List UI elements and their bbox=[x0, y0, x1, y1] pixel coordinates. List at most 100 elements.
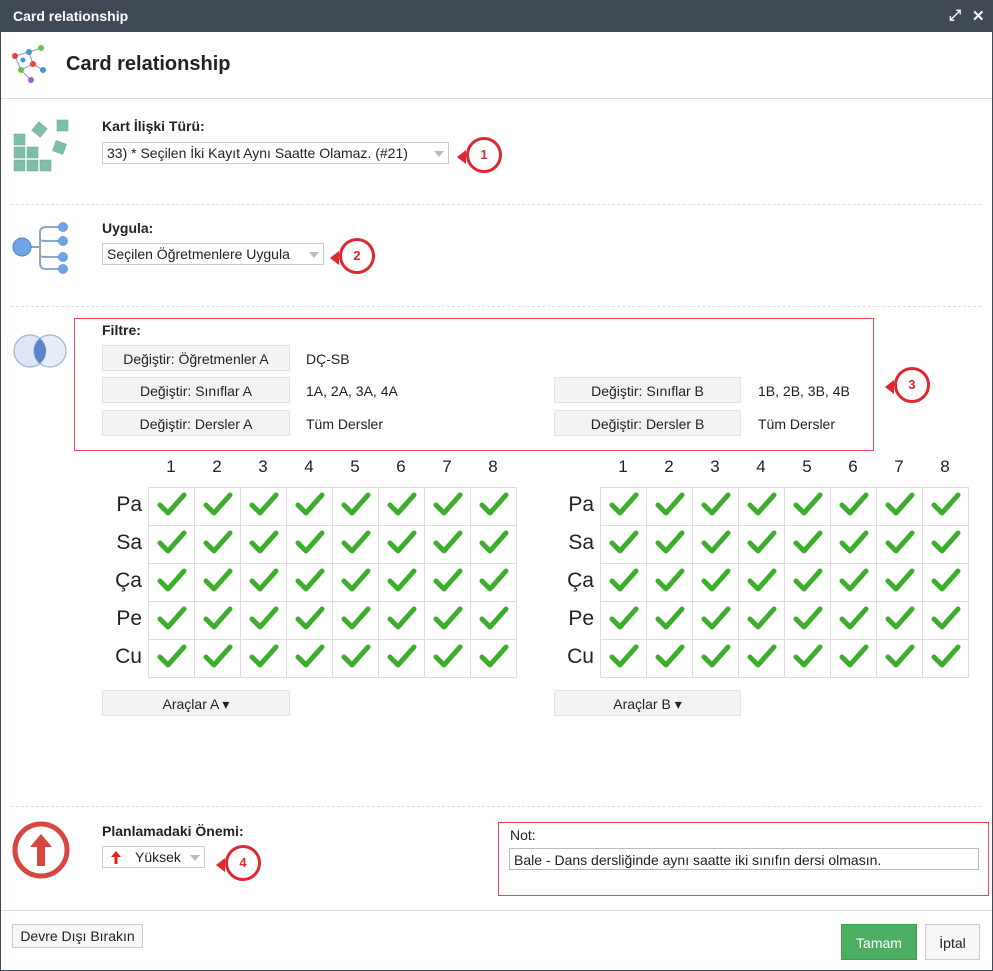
note-input[interactable]: Bale - Dans dersliğinde aynı saatte iki … bbox=[509, 848, 979, 870]
grid-cell[interactable] bbox=[876, 563, 923, 602]
grid-cell[interactable] bbox=[692, 601, 739, 640]
grid-cell[interactable] bbox=[922, 525, 969, 564]
grid-cell[interactable] bbox=[738, 563, 785, 602]
grid-cell[interactable] bbox=[194, 601, 241, 640]
grid-cell[interactable] bbox=[830, 487, 877, 526]
grid-cell[interactable] bbox=[784, 487, 831, 526]
grid-cell[interactable] bbox=[240, 601, 287, 640]
grid-cell[interactable] bbox=[378, 525, 425, 564]
grid-cell[interactable] bbox=[470, 601, 517, 640]
grid-cell[interactable] bbox=[738, 601, 785, 640]
grid-cell[interactable] bbox=[332, 601, 379, 640]
grid-cell[interactable] bbox=[646, 525, 693, 564]
grid-cell[interactable] bbox=[470, 563, 517, 602]
grid-cell[interactable] bbox=[876, 487, 923, 526]
grid-cell[interactable] bbox=[646, 563, 693, 602]
grid-cell[interactable] bbox=[194, 525, 241, 564]
grid-cell[interactable] bbox=[784, 563, 831, 602]
grid-cell[interactable] bbox=[286, 525, 333, 564]
ok-button[interactable]: Tamam bbox=[841, 924, 917, 960]
grid-cell[interactable] bbox=[922, 563, 969, 602]
grid-cell[interactable] bbox=[600, 601, 647, 640]
grid-cell[interactable] bbox=[378, 639, 425, 678]
grid-cell[interactable] bbox=[692, 563, 739, 602]
grid-cell[interactable] bbox=[876, 525, 923, 564]
grid-cell[interactable] bbox=[470, 525, 517, 564]
change-lessons-a-button[interactable]: Değiştir: Dersler A bbox=[102, 410, 290, 436]
grid-cell[interactable] bbox=[470, 487, 517, 526]
grid-cell[interactable] bbox=[148, 563, 195, 602]
grid-cell[interactable] bbox=[194, 487, 241, 526]
grid-cell[interactable] bbox=[646, 487, 693, 526]
grid-cell[interactable] bbox=[692, 487, 739, 526]
disable-button[interactable]: Devre Dışı Bırakın bbox=[12, 924, 143, 948]
grid-cell[interactable] bbox=[240, 487, 287, 526]
grid-cell[interactable] bbox=[240, 639, 287, 678]
grid-cell[interactable] bbox=[424, 563, 471, 602]
grid-cell[interactable] bbox=[332, 487, 379, 526]
grid-cell[interactable] bbox=[922, 487, 969, 526]
grid-cell[interactable] bbox=[876, 601, 923, 640]
grid-cell[interactable] bbox=[600, 525, 647, 564]
grid-cell[interactable] bbox=[784, 639, 831, 678]
grid-cell[interactable] bbox=[332, 639, 379, 678]
tools-b-dropdown[interactable]: Araçlar B ▾ bbox=[554, 690, 741, 716]
grid-cell[interactable] bbox=[148, 639, 195, 678]
grid-cell[interactable] bbox=[378, 563, 425, 602]
grid-cell[interactable] bbox=[286, 487, 333, 526]
grid-cell[interactable] bbox=[194, 563, 241, 602]
change-classes-a-button[interactable]: Değiştir: Sınıflar A bbox=[102, 377, 290, 403]
grid-cell[interactable] bbox=[830, 563, 877, 602]
close-icon[interactable]: ✕ bbox=[972, 7, 985, 25]
grid-cell[interactable] bbox=[378, 601, 425, 640]
grid-cell[interactable] bbox=[240, 563, 287, 602]
grid-cell[interactable] bbox=[286, 563, 333, 602]
grid-cell[interactable] bbox=[148, 525, 195, 564]
change-classes-b-button[interactable]: Değiştir: Sınıflar B bbox=[554, 377, 741, 403]
grid-cell[interactable] bbox=[240, 525, 287, 564]
checkmark-icon bbox=[387, 492, 416, 516]
grid-cell[interactable] bbox=[148, 601, 195, 640]
change-teachers-a-button[interactable]: Değiştir: Öğretmenler A bbox=[102, 345, 290, 371]
grid-cell[interactable] bbox=[922, 639, 969, 678]
grid-cell[interactable] bbox=[738, 525, 785, 564]
grid-cell[interactable] bbox=[876, 639, 923, 678]
apply-select[interactable]: Seçilen Öğretmenlere Uygula bbox=[102, 243, 324, 265]
grid-cell[interactable] bbox=[738, 639, 785, 678]
grid-cell[interactable] bbox=[378, 487, 425, 526]
grid-cell[interactable] bbox=[424, 639, 471, 678]
tools-a-dropdown[interactable]: Araçlar A ▾ bbox=[102, 690, 290, 716]
grid-cell[interactable] bbox=[830, 525, 877, 564]
checkmark-icon bbox=[157, 606, 186, 630]
grid-cell[interactable] bbox=[286, 601, 333, 640]
grid-cell[interactable] bbox=[646, 601, 693, 640]
grid-cell[interactable] bbox=[692, 639, 739, 678]
grid-cell[interactable] bbox=[646, 639, 693, 678]
relation-type-select[interactable]: 33) * Seçilen İki Kayıt Aynı Saatte Olam… bbox=[102, 142, 449, 164]
grid-cell[interactable] bbox=[424, 601, 471, 640]
grid-cell[interactable] bbox=[922, 601, 969, 640]
grid-cell[interactable] bbox=[830, 601, 877, 640]
grid-cell[interactable] bbox=[784, 601, 831, 640]
importance-select[interactable]: Yüksek bbox=[102, 846, 205, 868]
grid-cell[interactable] bbox=[784, 525, 831, 564]
change-lessons-b-button[interactable]: Değiştir: Dersler B bbox=[554, 410, 741, 436]
grid-cell[interactable] bbox=[470, 639, 517, 678]
cancel-button[interactable]: İptal bbox=[925, 924, 980, 960]
grid-cell[interactable] bbox=[148, 487, 195, 526]
grid-cell[interactable] bbox=[600, 563, 647, 602]
grid-cell[interactable] bbox=[332, 563, 379, 602]
grid-cell[interactable] bbox=[286, 639, 333, 678]
period-header: 5 bbox=[802, 457, 812, 476]
maximize-icon[interactable]: ⤢ bbox=[949, 7, 961, 24]
grid-cell[interactable] bbox=[194, 639, 241, 678]
grid-cell[interactable] bbox=[692, 525, 739, 564]
grid-cell[interactable] bbox=[600, 639, 647, 678]
grid-cell[interactable] bbox=[424, 525, 471, 564]
grid-cell[interactable] bbox=[738, 487, 785, 526]
grid-cell[interactable] bbox=[424, 487, 471, 526]
checkmark-icon bbox=[249, 606, 278, 630]
grid-cell[interactable] bbox=[332, 525, 379, 564]
grid-cell[interactable] bbox=[830, 639, 877, 678]
grid-cell[interactable] bbox=[600, 487, 647, 526]
